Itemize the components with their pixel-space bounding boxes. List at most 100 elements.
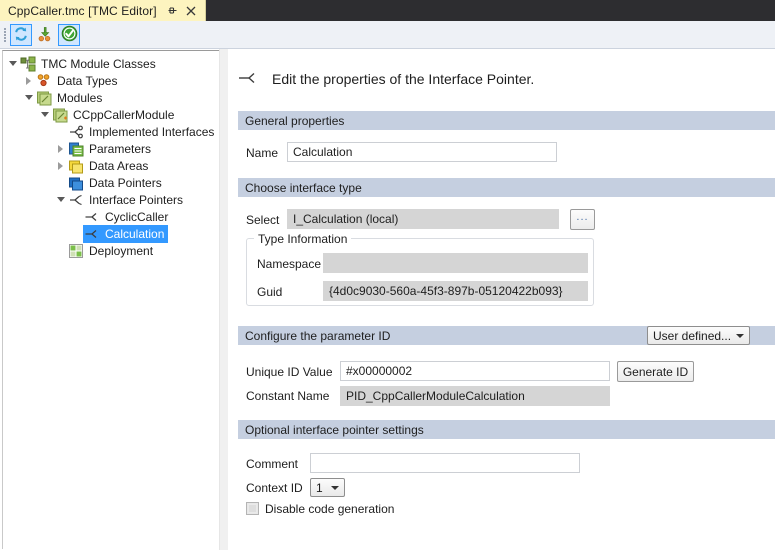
namespace-label: Namespace [257,257,322,271]
type-information-title: Type Information [254,232,352,246]
tree-item-label: Calculation [105,226,165,241]
close-icon[interactable] [184,3,198,18]
tree-item-content: Data Pointers [67,174,166,192]
chevron-down-icon [331,485,339,490]
tree-item-modules[interactable]: Modules [0,89,219,106]
module-classes-icon [20,56,37,72]
tree-item-data-types[interactable]: Data Types [0,72,219,89]
tree-item-cycliccaller[interactable]: CyclicCaller [0,208,219,225]
tree-item-data-areas[interactable]: Data Areas [0,157,219,174]
name-label: Name [246,146,279,160]
tree-item-ccppcallermodule[interactable]: CCppCallerModule [0,106,219,123]
tree-item-content: Interface Pointers [67,191,187,209]
tree-item-label: Modules [57,90,103,105]
unique-id-input[interactable]: #x00000002 [340,361,610,381]
expand-arrow-icon[interactable] [54,157,67,174]
disable-codegen-label: Disable code generation [265,502,395,516]
tree-item-content: Data Types [35,72,121,90]
tree-item-interface-pointers[interactable]: Interface Pointers [0,191,219,208]
section-header-interface-type: Choose interface type [238,178,775,197]
pin-icon[interactable] [166,3,179,18]
tree-item-parameters[interactable]: Parameters [0,140,219,157]
section-title-interface-type: Choose interface type [245,180,362,195]
constant-name-field: PID_CppCallerModuleCalculation [340,386,610,406]
collapse-arrow-icon[interactable] [6,55,19,72]
tree-item-content: TMC Module Classes [19,55,160,73]
tree-item-implemented-interfaces[interactable]: Implemented Interfaces [0,123,219,140]
interface-pointer-icon [84,226,101,242]
tree-item-label: Interface Pointers [89,192,184,207]
tree-item-label: Data Pointers [89,175,162,190]
tree-item-content: CyclicCaller [83,208,172,226]
import-button[interactable] [34,24,56,46]
guid-value: {4d0c9030-560a-45f3-897b-05120422b093} [329,284,563,298]
panel-splitter[interactable] [220,49,228,550]
section-header-optional: Optional interface pointer settings [238,420,775,439]
guid-field: {4d0c9030-560a-45f3-897b-05120422b093} [323,281,588,301]
chevron-down-icon [736,333,744,338]
name-input-value: Calculation [293,145,353,159]
parameter-id-mode-select[interactable]: User defined... [647,326,750,345]
tree-panel[interactable]: TMC Module Classes Data Types Modules CCppC… [0,49,220,550]
context-id-value: 1 [316,480,323,495]
refresh-icon [13,26,29,45]
module-icon [52,107,69,123]
tree-item-label: TMC Module Classes [41,56,156,71]
constant-name-label: Constant Name [246,389,330,403]
tree-item-label: Data Types [57,73,118,88]
tree-item-content: Implemented Interfaces [67,123,218,141]
tree-item-data-pointers[interactable]: Data Pointers [0,174,219,191]
interface-select-input[interactable]: I_Calculation (local) [287,209,559,229]
tab-strip: CppCaller.tmc [TMC Editor] [0,0,775,21]
unique-id-label: Unique ID Value [246,365,333,379]
tree-item-tmc-module-classes[interactable]: TMC Module Classes [0,55,219,72]
name-input[interactable]: Calculation [287,142,557,162]
green-check-icon [61,25,78,45]
editor-tab-cppcaller[interactable]: CppCaller.tmc [TMC Editor] [0,0,206,21]
toolbar [0,21,775,49]
interface-pointer-icon [84,209,101,225]
parameter-id-mode-value: User defined... [653,328,732,343]
collapse-arrow-icon[interactable] [22,89,35,106]
interfaces-icon [68,124,85,140]
tab-title: CppCaller.tmc [TMC Editor] [8,3,157,18]
tree-item-label: Deployment [89,243,154,258]
page-heading: Edit the properties of the Interface Poi… [228,64,775,94]
constant-name-value: PID_CppCallerModuleCalculation [346,389,525,403]
toolbar-grip[interactable] [3,27,9,43]
interface-pointers-icon [68,192,85,208]
browse-button-label: ... [576,210,589,223]
generate-id-button[interactable]: Generate ID [617,361,694,382]
comment-input[interactable] [310,453,580,473]
parameters-icon [68,141,85,157]
tree-item-content: CCppCallerModule [51,106,178,124]
section-header-general: General properties [238,111,775,130]
disable-codegen-checkbox[interactable] [246,502,259,515]
browse-interface-button[interactable]: ... [570,209,595,230]
collapse-arrow-icon[interactable] [38,106,51,123]
expand-arrow-icon[interactable] [54,140,67,157]
collapse-arrow-icon[interactable] [54,191,67,208]
tree-item-label: CyclicCaller [105,209,169,224]
tree-item-content: Deployment [67,242,157,260]
tree-item-content: Data Areas [67,157,152,175]
namespace-field [323,253,588,273]
select-label: Select [246,213,280,227]
context-id-select[interactable]: 1 [310,478,345,497]
section-title-parameter-id: Configure the parameter ID [245,328,391,343]
section-title-optional: Optional interface pointer settings [245,422,424,437]
comment-label: Comment [246,457,299,471]
data-types-icon [36,73,53,89]
section-title-general: General properties [245,113,345,128]
validate-button[interactable] [58,24,80,46]
tree-item-deployment[interactable]: Deployment [0,242,219,259]
tree-item-content: Modules [35,89,106,107]
refresh-button[interactable] [10,24,32,46]
expand-arrow-icon[interactable] [22,72,35,89]
tree-item-calculation[interactable]: Calculation [0,224,219,243]
interface-select-value: I_Calculation (local) [293,212,399,226]
download-arrow-icon [37,26,53,45]
